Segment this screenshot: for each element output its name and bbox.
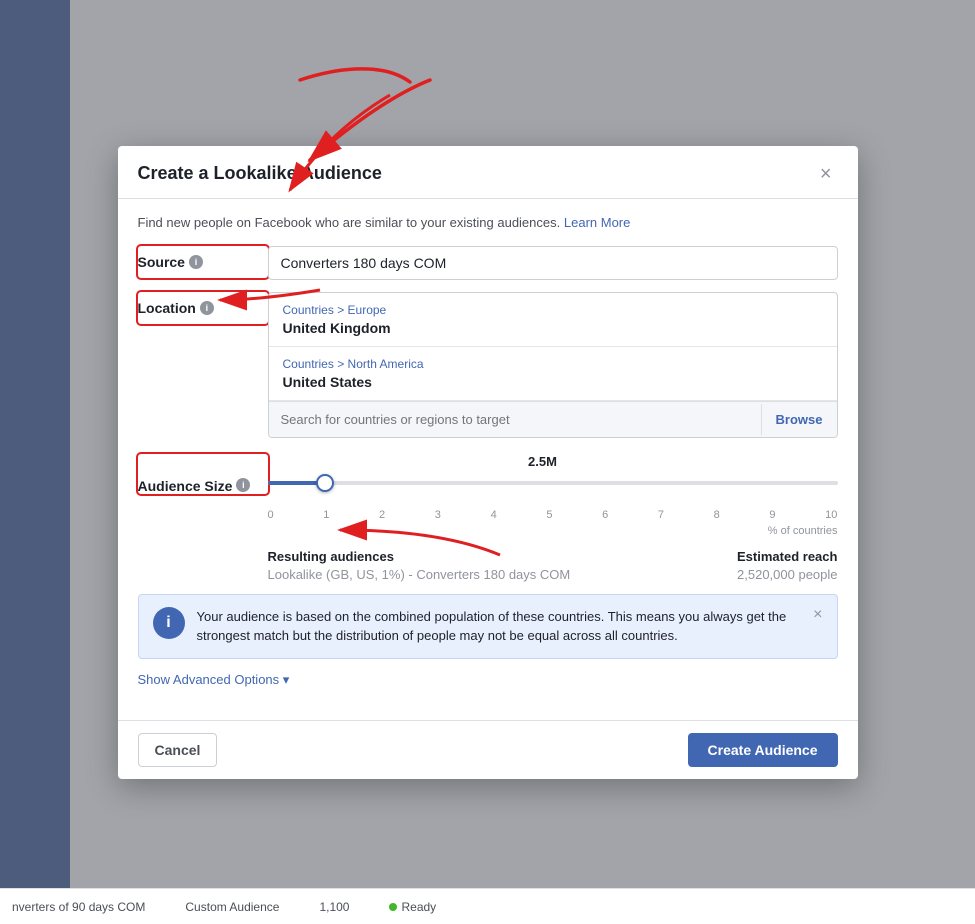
location-info-icon[interactable]: i bbox=[200, 301, 214, 315]
source-input[interactable] bbox=[268, 246, 838, 280]
location-name-us: United States bbox=[283, 374, 823, 390]
bottom-bar: nverters of 90 days COM Custom Audience … bbox=[0, 888, 975, 924]
location-entry-uk: Countries > Europe United Kingdom bbox=[269, 293, 837, 347]
audience-size-info-icon[interactable]: i bbox=[236, 478, 250, 492]
location-breadcrumb-link-us[interactable]: Countries > North America bbox=[283, 357, 424, 371]
modal-dialog: Create a Lookalike Audience × Find new p… bbox=[118, 146, 858, 779]
results-section: Resulting audiences Lookalike (GB, US, 1… bbox=[138, 549, 838, 582]
bottom-bar-audience-name: nverters of 90 days COM bbox=[12, 900, 145, 914]
modal-title: Create a Lookalike Audience bbox=[138, 163, 382, 184]
info-banner-text: Your audience is based on the combined p… bbox=[197, 607, 794, 646]
source-control bbox=[268, 246, 838, 280]
info-banner: i Your audience is based on the combined… bbox=[138, 594, 838, 659]
slider-track bbox=[268, 481, 838, 485]
bottom-bar-count: 1,100 bbox=[319, 900, 349, 914]
location-breadcrumb-link-uk[interactable]: Countries > Europe bbox=[283, 303, 387, 317]
learn-more-link[interactable]: Learn More bbox=[564, 215, 630, 230]
bottom-bar-type: Custom Audience bbox=[185, 900, 279, 914]
page-background: Create a Lookalike Audience × Find new p… bbox=[0, 0, 975, 924]
slider-container: 2.5M 0 1 2 3 4 bbox=[268, 454, 838, 537]
modal-header: Create a Lookalike Audience × bbox=[118, 146, 858, 199]
resulting-audiences-value: Lookalike (GB, US, 1%) - Converters 180 … bbox=[268, 567, 571, 582]
slider-thumb[interactable] bbox=[316, 474, 334, 492]
location-control: Countries > Europe United Kingdom Countr… bbox=[268, 292, 838, 438]
status-label: Ready bbox=[401, 900, 436, 914]
source-label: Source i bbox=[138, 246, 268, 278]
modal-footer: Cancel Create Audience bbox=[118, 720, 858, 779]
modal-body: Find new people on Facebook who are simi… bbox=[118, 199, 858, 720]
modal-subtitle: Find new people on Facebook who are simi… bbox=[138, 215, 838, 230]
location-breadcrumb-us: Countries > North America bbox=[283, 357, 823, 371]
location-box: Countries > Europe United Kingdom Countr… bbox=[268, 292, 838, 438]
location-breadcrumb-uk: Countries > Europe bbox=[283, 303, 823, 317]
slider-wrapper bbox=[268, 481, 838, 505]
info-banner-icon: i bbox=[153, 607, 185, 639]
slider-value-label: 2.5M bbox=[248, 454, 838, 469]
advanced-options-link[interactable]: Show Advanced Options ▾ bbox=[138, 672, 290, 688]
location-search-input[interactable] bbox=[269, 402, 761, 437]
location-entry-us: Countries > North America United States bbox=[269, 347, 837, 401]
modal-close-button[interactable]: × bbox=[814, 162, 838, 186]
location-browse-button[interactable]: Browse bbox=[761, 404, 837, 435]
estimated-reach-value: 2,520,000 people bbox=[737, 567, 837, 582]
status-dot bbox=[389, 903, 397, 911]
source-info-icon[interactable]: i bbox=[189, 255, 203, 269]
slider-ticks: 0 1 2 3 4 5 6 7 8 9 10 bbox=[268, 509, 838, 521]
source-row: Source i bbox=[138, 246, 838, 280]
info-banner-close-button[interactable]: × bbox=[805, 607, 822, 623]
modal-overlay: Create a Lookalike Audience × Find new p… bbox=[0, 0, 975, 924]
status-badge: Ready bbox=[389, 900, 436, 914]
slider-pct-label: % of countries bbox=[268, 525, 838, 537]
location-row: Location i Countries > Europe United Kin… bbox=[138, 292, 838, 438]
estimated-reach-label: Estimated reach bbox=[737, 549, 837, 564]
resulting-audiences-label: Resulting audiences bbox=[268, 549, 571, 564]
create-audience-button[interactable]: Create Audience bbox=[688, 733, 838, 767]
audience-size-section: Audience Size i 2.5M 0 bbox=[138, 454, 838, 537]
subtitle-text: Find new people on Facebook who are simi… bbox=[138, 215, 561, 230]
location-name-uk: United Kingdom bbox=[283, 320, 823, 336]
location-search-bar: Browse bbox=[269, 401, 837, 437]
location-label: Location i bbox=[138, 292, 268, 324]
cancel-button[interactable]: Cancel bbox=[138, 733, 218, 767]
estimated-reach-col: Estimated reach 2,520,000 people bbox=[737, 549, 837, 582]
resulting-audiences-col: Resulting audiences Lookalike (GB, US, 1… bbox=[268, 549, 571, 582]
